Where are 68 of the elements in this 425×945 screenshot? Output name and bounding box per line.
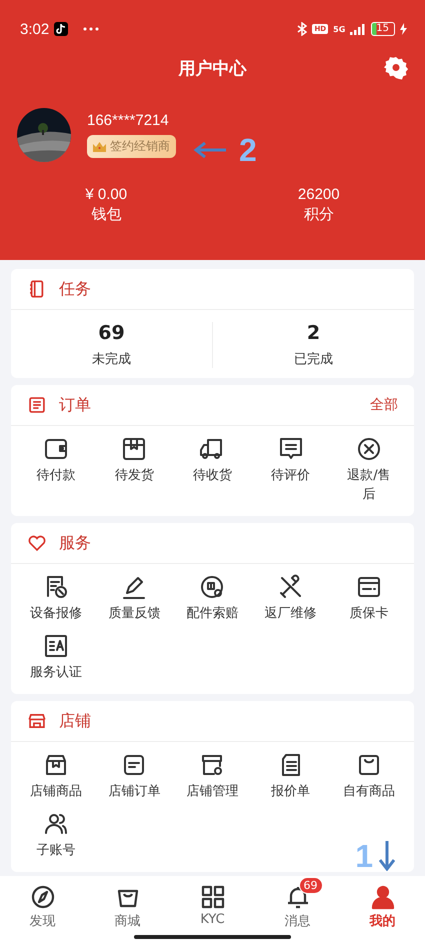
annotation-number: 1 [355, 840, 373, 872]
tab-bar-item[interactable]: 商城 [85, 876, 170, 934]
person-icon [370, 884, 396, 910]
dealer-badge: 签约经销商 [87, 135, 176, 158]
claim-circle-icon[interactable] [199, 574, 226, 600]
section-title: 服务 [59, 532, 91, 554]
card-icon[interactable] [356, 574, 382, 600]
view-all-link[interactable]: 全部 [370, 396, 398, 414]
wallet-icon[interactable] [43, 436, 70, 462]
menu-item-label[interactable]: 报价单 [271, 782, 310, 801]
menu-item-label[interactable]: 服务认证 [30, 663, 82, 682]
cancel-circle-icon[interactable] [356, 436, 382, 462]
phone-number: 166****7214 [87, 112, 170, 129]
more-dots-icon [83, 27, 100, 31]
menu-item-label[interactable]: 配件索赔 [186, 604, 238, 623]
stat-label: 钱包 [91, 205, 122, 224]
bluetooth-icon [297, 22, 308, 36]
order-list-icon [27, 395, 47, 415]
grid-icon [200, 884, 226, 910]
stat-value: ¥ 0.00 [85, 186, 128, 203]
menu-item-label[interactable]: 质保卡 [349, 604, 388, 623]
charging-icon [400, 23, 407, 35]
menu-item-label[interactable]: 待收货 [192, 466, 232, 485]
signal-icon [350, 23, 366, 35]
section-title: 任务 [59, 278, 91, 300]
menu-item-label[interactable]: 待付款 [36, 466, 76, 485]
settings-icon[interactable] [384, 56, 408, 80]
menu-item-label[interactable]: 自有商品 [342, 782, 395, 801]
heart-icon [27, 533, 47, 553]
stat-label: 积分 [304, 205, 334, 224]
section-title: 订单 [59, 394, 91, 416]
count-label: 已完成 [294, 351, 333, 368]
network-label: 5G [333, 24, 346, 34]
menu-item-label[interactable]: 店铺管理 [186, 782, 238, 801]
menu-item-label[interactable]: 店铺商品 [30, 782, 82, 801]
annotation-arrow [193, 142, 227, 158]
status-time: 3:02 [20, 20, 50, 38]
menu-item-label[interactable]: 返厂维修 [264, 604, 317, 623]
users-icon[interactable] [43, 811, 70, 837]
count-value: 69 [98, 322, 125, 344]
count-label: 未完成 [92, 351, 131, 368]
menu-item-label[interactable]: 店铺订单 [108, 782, 160, 801]
menu-item-label[interactable]: 待发货 [114, 466, 154, 485]
menu-item-label[interactable]: 设备报修 [30, 604, 82, 623]
tab-bar-item[interactable]: 发现 [0, 876, 85, 934]
annotation-number: 2 [239, 134, 257, 166]
shop-icon [27, 711, 47, 731]
menu-item-label[interactable]: 质量反馈 [108, 604, 160, 623]
menu-item-label[interactable]: 退款/售后 [342, 466, 396, 504]
section-title: 店铺 [59, 710, 91, 732]
pen-icon[interactable] [121, 574, 148, 600]
count-value: 2 [306, 322, 320, 344]
id-card-icon[interactable] [43, 633, 70, 659]
menu-item-label[interactable]: 子账号 [36, 841, 76, 860]
stat-value: 26200 [298, 186, 340, 203]
crown-icon [93, 142, 106, 152]
tab-bar-item[interactable]: KYC [170, 876, 255, 931]
page-title: 用户中心 [178, 58, 246, 80]
app-icon [54, 22, 68, 36]
battery-level: 15 [371, 22, 395, 36]
comment-icon[interactable] [278, 436, 304, 462]
compass-icon [30, 884, 56, 910]
notification-badge: 69 [298, 877, 322, 894]
annotation-arrow [379, 841, 395, 871]
tab-bar-item[interactable]: 我的 [340, 876, 425, 934]
box-icon[interactable] [121, 436, 148, 462]
tab-bar-item[interactable]: 69 消息 [255, 876, 340, 934]
menu-item-label[interactable]: 待评价 [271, 466, 310, 485]
